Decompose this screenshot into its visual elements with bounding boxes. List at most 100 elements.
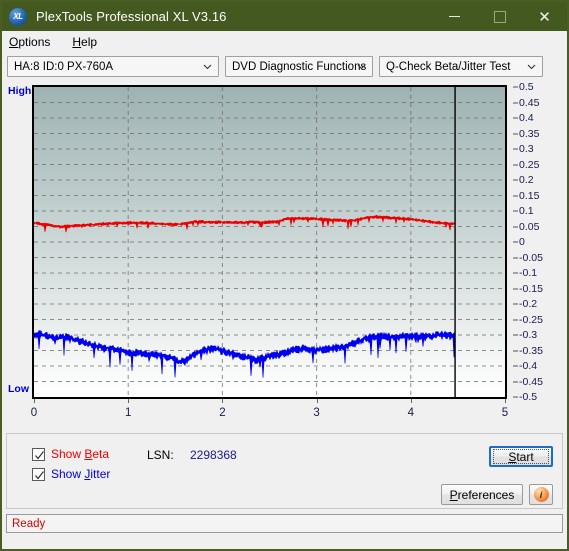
y-tick-mark: [513, 102, 518, 103]
test-select-value: Q-Check Beta/Jitter Test: [386, 60, 511, 73]
y-tick-label: 0.5: [519, 81, 534, 93]
checkmark-icon: [35, 470, 44, 479]
y-tick-label: -0.05: [519, 251, 543, 264]
show-beta-row[interactable]: Show Beta: [32, 447, 109, 461]
y-tick-mark: [513, 179, 518, 181]
y-tick-label: 0.35: [519, 127, 540, 140]
y-tick-mark: [513, 381, 518, 382]
function-select[interactable]: DVD Diagnostic Functions: [225, 56, 373, 77]
y-tick-mark: [513, 86, 518, 88]
axis-low-label: Low: [8, 383, 29, 395]
plot-inner: [34, 87, 505, 397]
x-tick-label: 2: [219, 407, 226, 419]
status-text: Ready: [12, 517, 46, 530]
menu-bar: Options Help: [2, 31, 567, 52]
title-bar: XL PlexTools Professional XL V3.16 ✕: [2, 2, 567, 31]
y-tick-mark: [513, 133, 518, 134]
controls-panel: Show Beta Show Jitter LSN: 2298368 Start…: [6, 433, 563, 509]
y-tick-label: -0.3: [519, 329, 538, 341]
y-tick-mark: [513, 164, 518, 165]
xl-logo-icon: XL: [9, 7, 27, 26]
y-tick-label: 0: [519, 236, 525, 248]
chevron-down-icon: [527, 62, 536, 71]
show-beta-label: Show Beta: [51, 447, 110, 461]
function-select-value: DVD Diagnostic Functions: [232, 60, 367, 73]
lsn-label: LSN:: [147, 448, 174, 462]
x-tick-label: 1: [124, 407, 132, 419]
status-bar: Ready: [6, 514, 563, 533]
x-tick-mark: [410, 399, 412, 403]
y-tick-mark: [513, 148, 518, 150]
y-tick-label: -0.15: [519, 282, 543, 295]
y-tick-label: -0.4: [519, 360, 538, 372]
y-axis: 0.5 0.45 0.4 0.35 0.3 0.25 0.2 0.15 0.1 0.05 0 -0.0…: [513, 81, 569, 403]
lsn-value: 2298368: [190, 448, 237, 462]
close-button[interactable]: ✕: [522, 2, 567, 31]
plot-area[interactable]: [32, 85, 507, 399]
y-tick-mark: [513, 241, 518, 243]
menu-item-options[interactable]: Options: [9, 35, 50, 49]
info-icon: i: [533, 487, 549, 502]
beta-jitter-chart: [34, 87, 505, 397]
start-button-inner: Start: [493, 449, 549, 464]
preferences-button[interactable]: Preferences: [441, 484, 523, 505]
x-axis: 0 1 2 3 4 5: [30, 399, 511, 423]
x-tick-mark: [128, 399, 130, 403]
y-tick-label: 0.05: [519, 220, 540, 233]
window-title: PlexTools Professional XL V3.16: [36, 9, 227, 24]
start-button[interactable]: Start: [489, 446, 553, 467]
y-tick-label: 0.2: [519, 174, 534, 186]
y-tick-label: 0.15: [519, 189, 540, 202]
show-beta-checkbox[interactable]: [32, 447, 45, 461]
y-tick-label: -0.2: [519, 298, 538, 310]
x-tick-label: 4: [407, 407, 414, 419]
start-button-label: Start: [508, 449, 534, 464]
preferences-button-label: Preferences: [449, 487, 515, 502]
show-jitter-label: Show Jitter: [51, 467, 111, 481]
x-tick-mark: [316, 399, 318, 403]
y-tick-mark: [513, 396, 518, 398]
info-button[interactable]: i: [529, 484, 553, 505]
y-tick-label: 0.25: [519, 158, 540, 171]
y-tick-label: -0.45: [519, 375, 543, 388]
x-tick-mark: [34, 399, 35, 403]
y-tick-mark: [513, 303, 518, 305]
minimize-button[interactable]: [432, 2, 477, 31]
y-tick-mark: [513, 272, 518, 274]
y-tick-mark: [513, 195, 518, 196]
x-tick-mark: [222, 399, 224, 403]
window-controls: ✕: [432, 2, 567, 31]
chart-panel: High Low 0.5 0.45 0.4 0.35 0.3 0.25 0.2 0.15 0.1…: [6, 81, 563, 427]
y-tick-label: 0.4: [519, 112, 534, 124]
test-select[interactable]: Q-Check Beta/Jitter Test: [379, 56, 543, 77]
y-tick-label: 0.3: [519, 143, 534, 155]
y-tick-mark: [513, 350, 518, 351]
y-tick-mark: [513, 226, 518, 227]
y-tick-label: -0.5: [519, 391, 538, 403]
x-tick-label: 5: [501, 407, 509, 419]
y-tick-mark: [513, 257, 518, 258]
toolbar: HA:8 ID:0 PX-760A DVD Diagnostic Functio…: [2, 52, 567, 81]
y-tick-mark: [513, 210, 518, 212]
y-tick-mark: [513, 288, 518, 289]
y-tick-mark: [513, 319, 518, 320]
maximize-button[interactable]: [477, 2, 522, 31]
y-tick-mark: [513, 365, 518, 367]
y-tick-label: -0.25: [519, 313, 543, 326]
show-jitter-row[interactable]: Show Jitter: [32, 467, 110, 481]
x-tick-mark: [505, 399, 506, 403]
y-tick-mark: [513, 334, 518, 336]
x-tick-label: 3: [313, 407, 320, 419]
y-tick-label: -0.35: [519, 344, 543, 357]
application-window: XL PlexTools Professional XL V3.16 ✕ Opt…: [0, 0, 569, 551]
chevron-down-icon: [203, 62, 212, 71]
y-tick-label: -0.1: [519, 267, 538, 279]
x-tick-label: 0: [30, 407, 38, 419]
axis-high-label: High: [8, 85, 32, 97]
show-jitter-checkbox[interactable]: [32, 467, 45, 481]
menu-item-help[interactable]: Help: [72, 35, 97, 49]
drive-select-value: HA:8 ID:0 PX-760A: [14, 60, 114, 73]
y-tick-label: 0.1: [519, 205, 534, 217]
drive-select[interactable]: HA:8 ID:0 PX-760A: [7, 56, 219, 77]
y-tick-mark: [513, 117, 518, 119]
